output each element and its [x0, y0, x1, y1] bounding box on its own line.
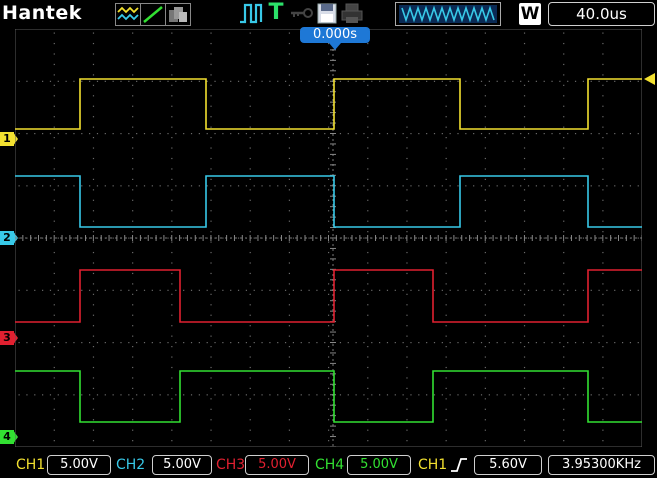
- ch2-waveform: [15, 175, 642, 228]
- pulse-icon[interactable]: [239, 3, 263, 24]
- ch2-volts-div[interactable]: 5.00V: [152, 455, 212, 475]
- ch2-ground-marker[interactable]: 2: [0, 231, 18, 245]
- ch1-label[interactable]: CH1: [16, 456, 45, 474]
- trigger-level-marker[interactable]: [644, 73, 655, 85]
- trigger-level[interactable]: 5.60V: [474, 455, 542, 475]
- print-icon[interactable]: [340, 3, 364, 24]
- ch3-ground-marker[interactable]: 3: [0, 331, 18, 345]
- timebase-readout[interactable]: 40.0us: [548, 2, 655, 26]
- ch2-label[interactable]: CH2: [116, 456, 145, 474]
- ch1-waveform: [15, 78, 642, 130]
- persistence-icon[interactable]: [165, 3, 191, 26]
- status-bar: CH1 5.00V CH2 5.00V CH3 5.00V CH4 5.00V …: [0, 452, 657, 478]
- ch1-ground-marker[interactable]: 1: [0, 132, 18, 146]
- memory-depth-indicator: [395, 2, 501, 26]
- frequency-readout: 3.95300KHz: [548, 455, 655, 475]
- ch3-volts-div[interactable]: 5.00V: [245, 455, 309, 475]
- trigger-source[interactable]: CH1: [418, 456, 447, 474]
- waveform-display[interactable]: [15, 29, 642, 447]
- ch1-volts-div[interactable]: 5.00V: [47, 455, 111, 475]
- ch4-waveform: [15, 370, 642, 423]
- trigger-position-arrow: [329, 43, 341, 50]
- ch4-volts-div[interactable]: 5.00V: [347, 455, 411, 475]
- waveform-canvas: [15, 29, 642, 447]
- ch4-label[interactable]: CH4: [315, 456, 344, 474]
- rising-edge-icon[interactable]: [449, 457, 469, 473]
- trigger-position-label[interactable]: 0.000s: [300, 27, 370, 43]
- graticule: [15, 29, 642, 447]
- toolbar: Hantek T W 40.0us: [0, 0, 657, 28]
- trigger-status-icon: T: [268, 0, 284, 25]
- key-icon: [291, 8, 313, 18]
- ch3-label[interactable]: CH3: [216, 456, 245, 474]
- waveform-mode-icon[interactable]: [115, 3, 141, 26]
- ch3-waveform: [15, 269, 642, 323]
- ch4-ground-marker[interactable]: 4: [0, 430, 18, 444]
- brand-logo: Hantek: [2, 2, 82, 24]
- acquisition-mode-badge[interactable]: W: [519, 3, 541, 25]
- save-icon[interactable]: [316, 3, 338, 24]
- slope-icon[interactable]: [140, 3, 166, 26]
